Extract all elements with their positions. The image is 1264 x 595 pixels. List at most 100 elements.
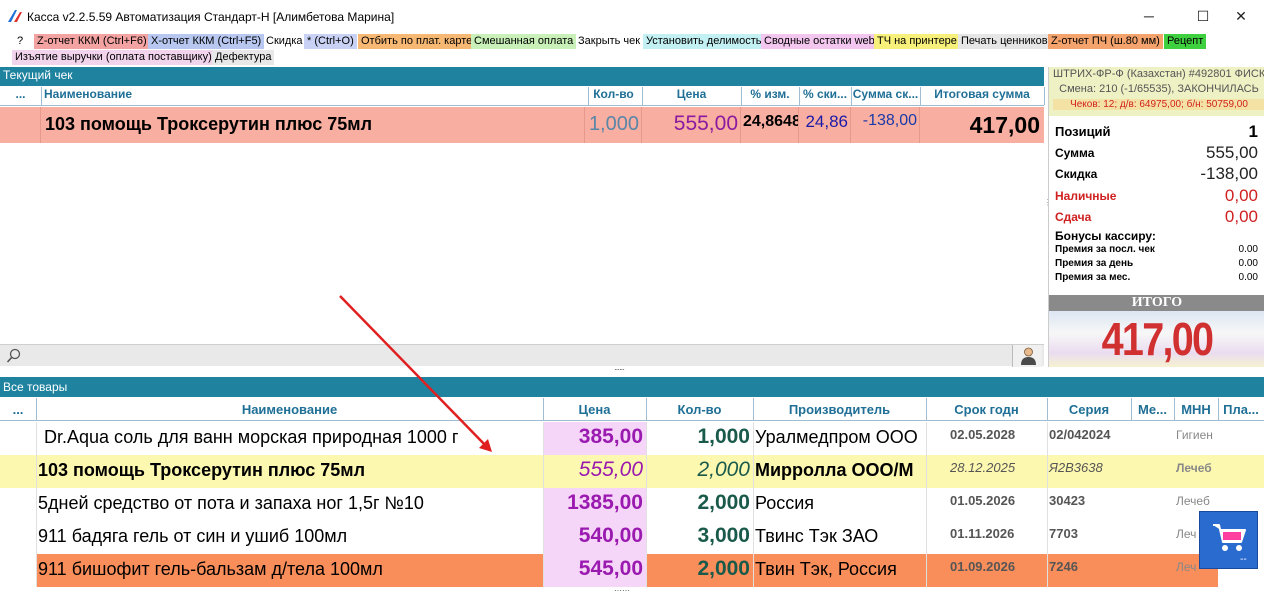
goods-col-series[interactable]: Серия: [1047, 398, 1132, 420]
defect-button[interactable]: Дефектура: [212, 50, 275, 65]
discount-row: Скидка -138,00: [1055, 164, 1261, 183]
ctrl-o-button[interactable]: * (Ctrl+O): [304, 34, 357, 49]
check-item-discount-sum: -138,00: [851, 107, 920, 143]
discount-button[interactable]: Скидка: [263, 34, 306, 49]
col-price[interactable]: Цена: [642, 87, 742, 105]
help-button[interactable]: ?: [14, 34, 26, 49]
goods-col-menu[interactable]: ...: [0, 398, 37, 420]
splitter-grip-bottom[interactable]: ······: [614, 587, 650, 595]
cashier-button[interactable]: [1012, 345, 1042, 367]
check-search-bar: [0, 344, 1044, 367]
col-pct-discount[interactable]: % ски...: [799, 87, 852, 105]
col-menu[interactable]: ...: [0, 87, 42, 105]
goods-price: 540,00: [543, 521, 646, 554]
goods-price: 1385,00: [543, 488, 646, 521]
fiscal-shift: Смена: 210 (-1/65535), ЗАКОНЧИЛАСЬ: [1059, 83, 1259, 95]
pay-by-card-button[interactable]: Отбить по плат. карте: [358, 34, 476, 49]
x-report-kkm-button[interactable]: X-отчет ККМ (Ctrl+F5): [148, 34, 265, 49]
goods-mnn: Лечеб: [1176, 461, 1212, 475]
goods-row[interactable]: 5дней средство от пота и запаха ног 1,5г…: [0, 488, 1264, 521]
goods-expiry: 28.12.2025: [950, 460, 1016, 475]
divider: [543, 422, 544, 587]
goods-name: 911 бадяга гель от син и ушиб 100мл: [38, 526, 348, 546]
close-button[interactable]: ✕: [1218, 0, 1264, 33]
user-icon: [1021, 347, 1036, 365]
goods-col-mnn[interactable]: МНН: [1174, 398, 1219, 420]
goods-row-selected[interactable]: 103 помощь Троксерутин плюс 75мл 555,00 …: [0, 455, 1264, 488]
summary-panel: ШТРИХ-ФР-Ф (Казахстан) #492801 ФИСК Смен…: [1048, 67, 1264, 367]
col-total[interactable]: Итоговая сумма: [920, 87, 1045, 105]
goods-qty: 2,000: [697, 458, 750, 481]
total-value: 417,00: [1101, 313, 1214, 365]
bonus-last-value: 0.00: [1238, 244, 1258, 255]
divider: [753, 422, 754, 587]
sum-value: 555,00: [1206, 143, 1258, 162]
goods-col-price[interactable]: Цена: [543, 398, 647, 420]
search-icon[interactable]: [6, 348, 22, 364]
annotation-arrow: [339, 295, 492, 452]
print-price-tags-button[interactable]: Печать ценников: [958, 34, 1051, 49]
positions-row: Позиций 1: [1055, 122, 1261, 141]
goods-col-pla[interactable]: Пла...: [1218, 398, 1264, 420]
col-name[interactable]: Наименование: [41, 87, 589, 105]
goods-series: 7703: [1049, 526, 1078, 541]
col-pct-change[interactable]: % изм.: [741, 87, 800, 105]
print-tch-button[interactable]: ТЧ на принтере: [874, 34, 960, 49]
mixed-payment-button[interactable]: Смешанная оплата: [471, 34, 577, 49]
change-value: 0,00: [1224, 207, 1258, 226]
goods-expiry: 01.05.2026: [950, 493, 1016, 508]
goods-col-me[interactable]: Ме...: [1131, 398, 1175, 420]
goods-expiry: 01.09.2026: [926, 554, 1047, 587]
all-goods-header: Все товары: [0, 377, 1264, 397]
check-row[interactable]: 103 помощь Троксерутин плюс 75мл 1,000 5…: [0, 107, 1044, 143]
goods-series: 7246: [1047, 554, 1131, 587]
goods-series: 30423: [1049, 493, 1086, 508]
goods-maker: Мирролла ООО/М: [755, 460, 914, 480]
discount-label: Скидка: [1055, 167, 1098, 181]
close-check-button[interactable]: Закрыть чек: [575, 34, 643, 49]
bonus-last-label: Премия за посл. чек: [1055, 244, 1155, 255]
cash-value[interactable]: 0,00: [1225, 186, 1258, 206]
all-goods-column-headers: ... Наименование Цена Кол-во Производите…: [0, 398, 1264, 421]
z-report-kkm-button[interactable]: Z-отчет ККМ (Ctrl+F6): [34, 34, 150, 49]
bonus-day-row: Премия за день 0.00: [1055, 258, 1261, 269]
check-item-qty: 1,000: [585, 107, 642, 143]
prescription-button[interactable]: Рецепт: [1164, 34, 1207, 49]
summary-stock-web-button[interactable]: Сводные остатки web: [761, 34, 878, 49]
cart-icon: [1213, 524, 1246, 551]
cash-withdrawal-button[interactable]: Изъятие выручки (оплата поставщику): [12, 50, 215, 65]
col-discount-sum[interactable]: Сумма ск...: [851, 87, 921, 105]
divider: [926, 422, 927, 587]
window-title: Касса v2.2.5.59 Автоматизация Стандарт-Н…: [27, 10, 395, 24]
goods-expiry: 01.11.2026: [950, 526, 1015, 541]
minimize-button[interactable]: ─: [1126, 0, 1172, 33]
splitter-grip-horizontal[interactable]: ······: [614, 366, 650, 374]
sum-label: Сумма: [1055, 146, 1095, 160]
check-item-pct-discount: 24,86: [799, 107, 851, 143]
toolbar: ? Z-отчет ККМ (Ctrl+F6) X-отчет ККМ (Ctr…: [0, 33, 1264, 67]
bonus-month-label: Премия за мес.: [1055, 272, 1131, 283]
goods-qty: 1,000: [697, 425, 750, 448]
goods-series: Я2В3638: [1049, 460, 1103, 475]
goods-qty: 2,000: [646, 554, 753, 587]
z-report-pch-button[interactable]: Z-отчет ПЧ (ш.80 мм): [1048, 34, 1163, 49]
set-divisibility-button[interactable]: Установить делимость: [643, 34, 765, 49]
goods-name: 5дней средство от пота и запаха ног 1,5г…: [38, 493, 424, 513]
check-item-price: 555,00: [642, 107, 741, 143]
col-qty[interactable]: Кол-во: [585, 87, 643, 105]
goods-col-expiry[interactable]: Срок годн: [926, 398, 1048, 420]
fiscal-checks: Чеков: 12; д/в: 64975,00; б/н: 50759,00: [1053, 99, 1264, 110]
cart-button[interactable]: --: [1199, 511, 1258, 569]
goods-row[interactable]: 911 бадяга гель от син и ушиб 100мл 540,…: [0, 521, 1264, 554]
cart-dash: --: [1240, 554, 1247, 565]
check-item-total: 417,00: [969, 112, 1040, 138]
cash-label: Наличные: [1055, 189, 1117, 203]
goods-row[interactable]: Dr.Aqua соль для ванн морская природная …: [0, 422, 1264, 455]
fiscal-info: ШТРИХ-ФР-Ф (Казахстан) #492801 ФИСК Смен…: [1049, 67, 1264, 116]
bonus-day-label: Премия за день: [1055, 258, 1134, 269]
total-box: 417,00: [1049, 311, 1264, 367]
goods-price: 555,00: [578, 458, 643, 481]
goods-row[interactable]: 911 бишофит гель-бальзам д/тела 100мл 54…: [0, 554, 1264, 587]
goods-col-maker[interactable]: Производитель: [753, 398, 927, 420]
goods-col-qty[interactable]: Кол-во: [646, 398, 754, 420]
